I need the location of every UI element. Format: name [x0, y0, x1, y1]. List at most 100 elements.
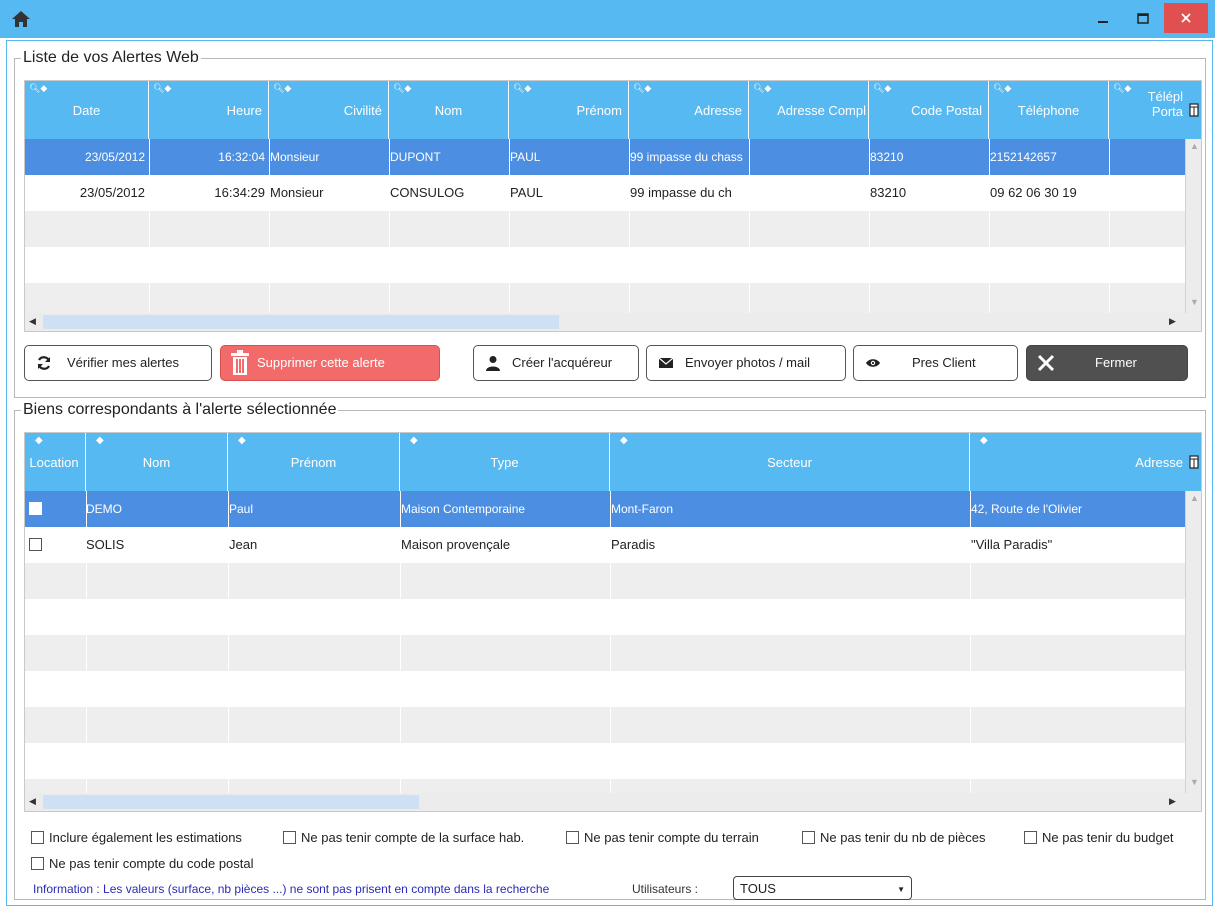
- col-heure[interactable]: 🔍︎◆ Heure: [149, 81, 269, 139]
- search-sort-icon[interactable]: 🔍︎◆: [993, 83, 1011, 94]
- col-tel-portable[interactable]: 🔍︎◆ Télépl Porta: [1109, 81, 1185, 139]
- scroll-up-icon[interactable]: ▲: [1190, 141, 1199, 151]
- scroll-right-icon[interactable]: ▶: [1169, 316, 1176, 327]
- empty-row: [25, 211, 1185, 247]
- close-icon: [1181, 13, 1191, 23]
- scroll-down-icon[interactable]: ▼: [1190, 297, 1199, 307]
- create-buyer-button[interactable]: Créer l'acquéreur: [473, 345, 639, 381]
- scroll-left-icon[interactable]: ◀: [29, 316, 36, 327]
- ignore-pieces-label: Ne pas tenir du nb de pièces: [820, 830, 986, 845]
- empty-row: [25, 563, 1185, 599]
- users-select[interactable]: TOUS ▼: [733, 876, 912, 900]
- send-photos-mail-button[interactable]: Envoyer photos / mail: [646, 345, 846, 381]
- close-window-button[interactable]: [1164, 3, 1208, 33]
- search-sort-icon[interactable]: 🔍︎◆: [1113, 83, 1131, 94]
- refresh-icon: [35, 354, 53, 372]
- include-estimations-label: Inclure également les estimations: [49, 830, 242, 845]
- search-sort-icon[interactable]: 🔍︎◆: [633, 83, 651, 94]
- empty-row: [25, 743, 1185, 779]
- home-icon[interactable]: [10, 9, 32, 29]
- alerts-grid: 🔍︎◆ Date 🔍︎◆ Heure 🔍︎◆ Civilité 🔍︎◆ Nom 🔍︎◆ P…: [24, 80, 1202, 332]
- scroll-thumb[interactable]: [43, 795, 419, 809]
- search-sort-icon[interactable]: 🔍︎◆: [873, 83, 891, 94]
- col-location[interactable]: ◆ Location: [25, 433, 86, 491]
- close-button[interactable]: Fermer: [1026, 345, 1188, 381]
- pres-client-button[interactable]: Pres Client: [853, 345, 1018, 381]
- scroll-thumb[interactable]: [43, 315, 559, 329]
- alerts-vertical-scrollbar[interactable]: ▲ ▼: [1185, 139, 1201, 313]
- biens-grid: ◆ Location ◆ Nom ◆ Prénom ◆ Type ◆ Secteur ◆ A…: [24, 432, 1202, 812]
- column-divider: [86, 491, 87, 793]
- biens-vertical-scrollbar[interactable]: ▲ ▼: [1185, 491, 1201, 793]
- alerts-grid-header: 🔍︎◆ Date 🔍︎◆ Heure 🔍︎◆ Civilité 🔍︎◆ Nom 🔍︎◆ P…: [25, 81, 1185, 139]
- ignore-postal-code-checkbox[interactable]: [31, 857, 44, 870]
- column-chooser-button[interactable]: [1185, 81, 1201, 139]
- table-row[interactable]: DEMO Paul Maison Contemporaine Mont-Faro…: [25, 491, 1185, 527]
- table-row[interactable]: 23/05/2012 16:32:04 Monsieur DUPONT PAUL…: [25, 139, 1185, 175]
- maximize-button[interactable]: [1128, 0, 1158, 38]
- location-checkbox[interactable]: [29, 538, 42, 551]
- search-sort-icon[interactable]: 🔍︎◆: [273, 83, 291, 94]
- col-date[interactable]: 🔍︎◆ Date: [25, 81, 149, 139]
- verify-alerts-button[interactable]: Vérifier mes alertes: [24, 345, 212, 381]
- ignore-surface-checkbox[interactable]: [283, 831, 296, 844]
- biens-grid-header: ◆ Location ◆ Nom ◆ Prénom ◆ Type ◆ Secteur ◆ A…: [25, 433, 1185, 491]
- search-sort-icon[interactable]: 🔍︎◆: [513, 83, 531, 94]
- empty-row: [25, 635, 1185, 671]
- eye-icon: [864, 354, 882, 372]
- search-sort-icon[interactable]: 🔍︎◆: [153, 83, 171, 94]
- sort-icon[interactable]: ◆: [35, 435, 43, 446]
- column-chooser-button[interactable]: [1185, 433, 1201, 491]
- sort-icon[interactable]: ◆: [620, 435, 628, 446]
- ignore-postal-code-label: Ne pas tenir compte du code postal: [49, 856, 254, 871]
- scroll-right-icon[interactable]: ▶: [1169, 796, 1176, 807]
- col-nom[interactable]: ◆ Nom: [86, 433, 228, 491]
- column-divider: [749, 139, 750, 313]
- include-estimations-checkbox[interactable]: [31, 831, 44, 844]
- col-nom[interactable]: 🔍︎◆ Nom: [389, 81, 509, 139]
- search-sort-icon[interactable]: 🔍︎◆: [393, 83, 411, 94]
- col-civilite[interactable]: 🔍︎◆ Civilité: [269, 81, 389, 139]
- chevron-down-icon: ▼: [897, 885, 905, 894]
- users-select-value: TOUS: [740, 881, 776, 896]
- col-adresse[interactable]: 🔍︎◆ Adresse: [629, 81, 749, 139]
- column-divider: [400, 491, 401, 793]
- table-row[interactable]: SOLIS Jean Maison provençale Paradis "Vi…: [25, 527, 1185, 563]
- empty-row: [25, 599, 1185, 635]
- biens-group-title: Biens correspondants à l'alerte sélectio…: [21, 401, 339, 419]
- location-checkbox[interactable]: [29, 502, 42, 515]
- sort-icon[interactable]: ◆: [410, 435, 418, 446]
- col-prenom[interactable]: 🔍︎◆ Prénom: [509, 81, 629, 139]
- biens-horizontal-scrollbar[interactable]: ◀ ▶: [25, 793, 1201, 811]
- column-divider: [989, 139, 990, 313]
- ignore-budget-checkbox[interactable]: [1024, 831, 1037, 844]
- search-sort-icon[interactable]: 🔍︎◆: [29, 83, 47, 94]
- alerts-horizontal-scrollbar[interactable]: ◀ ▶: [25, 313, 1201, 331]
- col-prenom[interactable]: ◆ Prénom: [228, 433, 400, 491]
- users-label: Utilisateurs :: [632, 882, 699, 896]
- empty-row: [25, 671, 1185, 707]
- col-secteur[interactable]: ◆ Secteur: [610, 433, 970, 491]
- scroll-down-icon[interactable]: ▼: [1190, 777, 1199, 787]
- col-type[interactable]: ◆ Type: [400, 433, 610, 491]
- column-divider: [509, 139, 510, 313]
- search-sort-icon[interactable]: 🔍︎◆: [753, 83, 771, 94]
- info-text: Information : Les valeurs (surface, nb p…: [33, 882, 550, 896]
- empty-row: [25, 283, 1185, 313]
- sort-icon[interactable]: ◆: [238, 435, 246, 446]
- sort-icon[interactable]: ◆: [980, 435, 988, 446]
- col-telephone[interactable]: 🔍︎◆ Téléphone: [989, 81, 1109, 139]
- ignore-pieces-checkbox[interactable]: [802, 831, 815, 844]
- scroll-left-icon[interactable]: ◀: [29, 796, 36, 807]
- sort-icon[interactable]: ◆: [96, 435, 104, 446]
- col-adresse[interactable]: ◆ Adresse: [970, 433, 1185, 491]
- column-divider: [228, 491, 229, 793]
- col-adresse-compl[interactable]: 🔍︎◆ Adresse Compl: [749, 81, 869, 139]
- minimize-button[interactable]: [1088, 0, 1118, 38]
- scroll-up-icon[interactable]: ▲: [1190, 493, 1199, 503]
- maximize-icon: [1137, 13, 1149, 24]
- col-code-postal[interactable]: 🔍︎◆ Code Postal: [869, 81, 989, 139]
- delete-alert-button[interactable]: Supprimer cette alerte: [220, 345, 440, 381]
- ignore-terrain-checkbox[interactable]: [566, 831, 579, 844]
- table-row[interactable]: 23/05/2012 16:34:29 Monsieur CONSULOG PA…: [25, 175, 1185, 211]
